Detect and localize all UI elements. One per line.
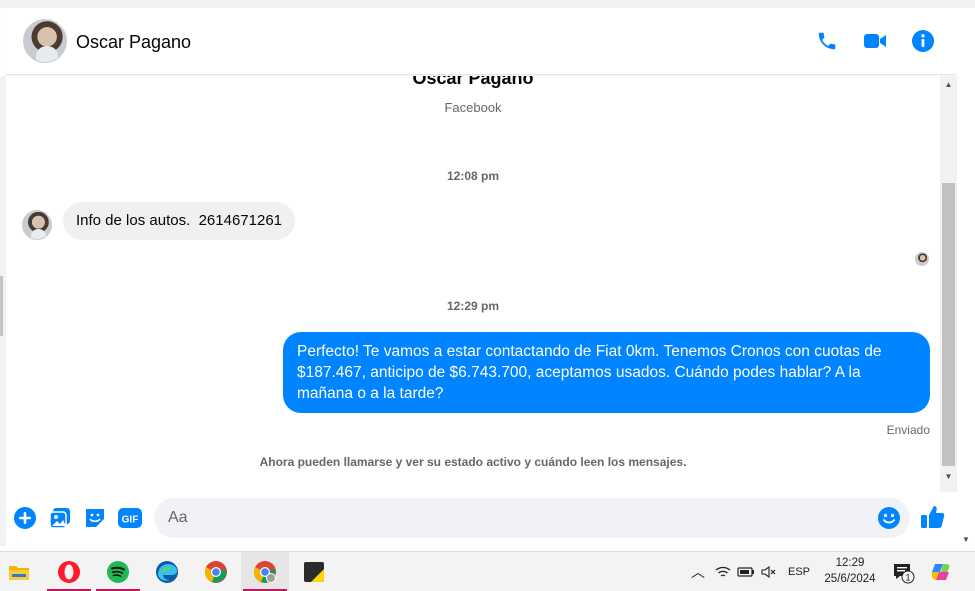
info-notice: Ahora pueden llamarse y ver su estado ac…: [259, 455, 687, 469]
messenger-window: Oscar Pagano Oscar Pagano Facebook 12:08…: [0, 0, 975, 591]
like-icon[interactable]: [920, 504, 946, 530]
sent-status: Enviado: [886, 423, 930, 437]
spotify-icon[interactable]: [94, 552, 142, 591]
info-icon[interactable]: [910, 28, 936, 54]
scroll-down-arrow-icon[interactable]: ▼: [940, 468, 957, 485]
volume-muted-icon[interactable]: [759, 552, 779, 591]
profile-name: Oscar Pagano: [412, 76, 534, 88]
message-timestamp: 12:29 pm: [446, 299, 500, 313]
left-edge-mark: [0, 276, 3, 336]
thread-scrollbar[interactable]: ▲ ▼: [940, 76, 957, 492]
copilot-icon[interactable]: [928, 552, 954, 591]
wifi-icon[interactable]: [713, 552, 733, 591]
profile-subtitle: Facebook: [444, 100, 502, 115]
chrome-icon[interactable]: [192, 552, 240, 591]
window-right-edge: [957, 8, 975, 591]
message-composer: GIF: [6, 492, 957, 546]
gif-label: GIF: [122, 515, 139, 526]
opera-icon[interactable]: [45, 552, 93, 591]
sender-avatar[interactable]: [22, 210, 52, 240]
seen-indicator-avatar: [915, 252, 929, 266]
plus-icon[interactable]: [13, 506, 37, 530]
clock-time: 12:29: [835, 557, 865, 569]
file-explorer-icon[interactable]: [0, 552, 43, 591]
notification-count: 1: [905, 573, 910, 583]
window-scroll-down-arrow-icon[interactable]: ▼: [962, 535, 970, 544]
message-timestamp: 12:08 pm: [446, 169, 500, 183]
contact-avatar[interactable]: [23, 19, 67, 63]
sticky-notes-icon[interactable]: [290, 552, 338, 591]
phone-icon[interactable]: [814, 28, 840, 54]
scrollbar-thumb[interactable]: [942, 183, 955, 466]
video-icon[interactable]: [862, 28, 888, 54]
image-icon[interactable]: [48, 506, 72, 530]
message-input[interactable]: [154, 498, 910, 538]
scroll-up-arrow-icon[interactable]: ▲: [940, 76, 957, 93]
outgoing-message[interactable]: Perfecto! Te vamos a estar contactando d…: [283, 332, 930, 413]
chrome-profile-icon[interactable]: [241, 552, 289, 591]
notification-center-icon[interactable]: 1: [890, 552, 916, 591]
windows-taskbar: ︿ ESP 12:29 25/6/2024 1: [0, 551, 975, 591]
sticker-icon[interactable]: [83, 506, 107, 530]
top-strip: [0, 0, 975, 8]
gif-icon[interactable]: GIF: [117, 506, 143, 530]
edge-icon[interactable]: [143, 552, 191, 591]
show-hidden-icons-chevron-icon[interactable]: ︿: [688, 552, 708, 591]
contact-name[interactable]: Oscar Pagano: [76, 32, 191, 53]
incoming-message[interactable]: Info de los autos. 2614671261: [63, 202, 296, 240]
emoji-icon[interactable]: [877, 506, 901, 530]
clock-date: 25/6/2024: [824, 573, 876, 585]
battery-icon[interactable]: [736, 552, 756, 591]
clock[interactable]: 12:29 25/6/2024: [810, 555, 890, 587]
conversation-header: Oscar Pagano: [6, 8, 957, 75]
message-thread: Oscar Pagano Facebook 12:08 pm Info de l…: [6, 76, 940, 492]
